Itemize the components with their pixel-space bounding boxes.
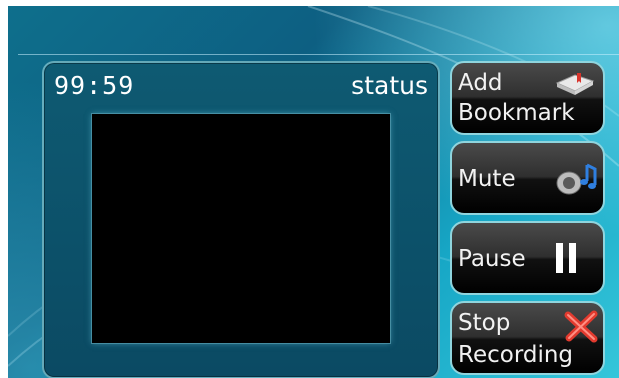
add-bookmark-label-line2: Bookmark <box>458 100 575 126</box>
video-preview <box>92 114 390 343</box>
add-bookmark-label-line1: Add <box>458 70 503 96</box>
add-bookmark-button[interactable]: Add Bookmark <box>450 61 605 135</box>
pause-button[interactable]: Pause <box>450 221 605 295</box>
video-viewer-panel: 99:59 status <box>42 61 440 378</box>
recorder-screen: 99:59 status Add Bookmark Mute Pause Sto… <box>8 6 619 378</box>
recording-timer: 99:59 <box>54 71 135 100</box>
status-label: status <box>351 71 428 100</box>
pause-label: Pause <box>458 246 526 272</box>
stop-recording-button[interactable]: Stop Recording <box>450 301 605 375</box>
header-divider <box>18 54 619 55</box>
speaker-music-icon <box>553 161 599 201</box>
stop-recording-label-line1: Stop <box>458 310 511 336</box>
pause-icon <box>553 241 579 279</box>
stop-recording-label-line2: Recording <box>458 342 574 368</box>
bookmark-book-icon <box>553 69 597 103</box>
mute-button[interactable]: Mute <box>450 141 605 215</box>
mute-label: Mute <box>458 166 516 192</box>
red-x-icon <box>563 309 599 347</box>
